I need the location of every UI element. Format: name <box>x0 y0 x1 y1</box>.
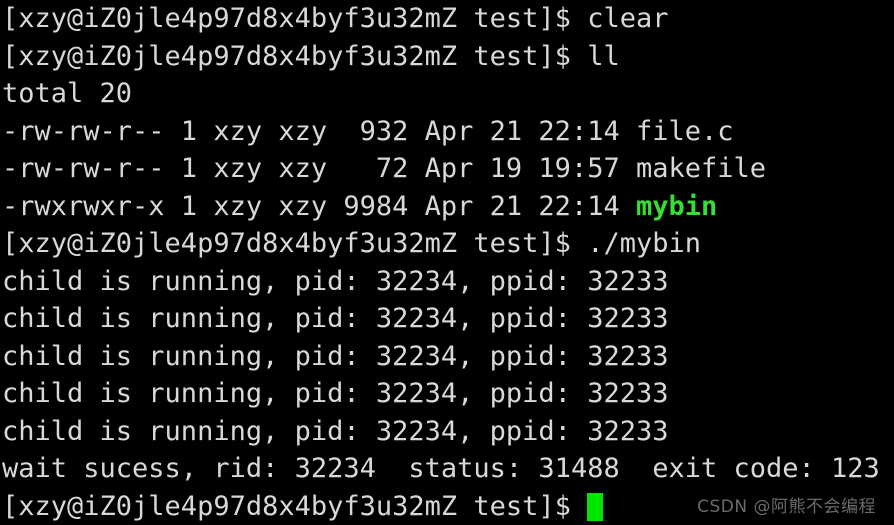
terminal-line: wait sucess, rid: 32234 status: 31488 ex… <box>0 450 894 488</box>
terminal-line: [xzy@iZ0jle4p97d8x4byf3u32mZ test]$ ./my… <box>0 225 894 263</box>
terminal-line: [xzy@iZ0jle4p97d8x4byf3u32mZ test]$ clea… <box>0 0 894 38</box>
output-text: wait sucess, rid: 32234 status: 31488 ex… <box>2 453 880 484</box>
output-text: child is running, pid: 32234, ppid: 3223… <box>2 340 669 372</box>
text-cursor[interactable] <box>587 492 604 521</box>
file-metadata: -rw-rw-r-- 1 xzy xzy 72 Apr 19 19:57 <box>2 153 636 184</box>
shell-prompt: [xzy@iZ0jle4p97d8x4byf3u32mZ test]$ <box>2 40 588 72</box>
terminal-line: child is running, pid: 32234, ppid: 3223… <box>0 413 894 451</box>
shell-prompt: [xzy@iZ0jle4p97d8x4byf3u32mZ test]$ <box>2 3 588 34</box>
shell-prompt: [xzy@iZ0jle4p97d8x4byf3u32mZ test]$ <box>2 228 588 259</box>
output-text: total 20 <box>2 78 133 109</box>
file-name: mybin <box>635 190 718 222</box>
shell-command: ./mybin <box>587 228 701 259</box>
shell-command: clear <box>587 3 669 34</box>
file-name: file.c <box>635 115 734 147</box>
output-text: child is running, pid: 32234, ppid: 3223… <box>2 378 669 409</box>
file-metadata: -rw-rw-r-- 1 xzy xzy 932 Apr 21 22:14 <box>2 115 636 147</box>
terminal-line: child is running, pid: 32234, ppid: 3223… <box>0 375 894 413</box>
output-text: child is running, pid: 32234, ppid: 3223… <box>2 303 669 334</box>
terminal-line: total 20 <box>0 75 894 113</box>
terminal-output-area: [xzy@iZ0jle4p97d8x4byf3u32mZ test]$ clea… <box>0 0 894 525</box>
terminal-line: -rw-rw-r-- 1 xzy xzy 72 Apr 19 19:57 mak… <box>0 150 894 188</box>
file-name: makefile <box>635 153 767 184</box>
file-metadata: -rwxrwxr-x 1 xzy xzy 9984 Apr 21 22:14 <box>2 190 636 222</box>
shell-prompt: [xzy@iZ0jle4p97d8x4byf3u32mZ test]$ <box>2 490 588 522</box>
terminal-window[interactable]: [xzy@iZ0jle4p97d8x4byf3u32mZ test]$ clea… <box>0 0 894 525</box>
terminal-line: child is running, pid: 32234, ppid: 3223… <box>0 263 894 301</box>
shell-command: ll <box>587 40 620 72</box>
terminal-line: -rw-rw-r-- 1 xzy xzy 932 Apr 21 22:14 fi… <box>0 113 894 151</box>
terminal-line: -rwxrwxr-x 1 xzy xzy 9984 Apr 21 22:14 m… <box>0 188 894 226</box>
terminal-line: [xzy@iZ0jle4p97d8x4byf3u32mZ test]$ ll <box>0 38 894 76</box>
output-text: child is running, pid: 32234, ppid: 3223… <box>2 265 669 297</box>
csdn-watermark: CSDN @阿熊不会编程 <box>697 497 876 517</box>
terminal-line: child is running, pid: 32234, ppid: 3223… <box>0 338 894 376</box>
terminal-line: child is running, pid: 32234, ppid: 3223… <box>0 300 894 338</box>
output-text: child is running, pid: 32234, ppid: 3223… <box>2 415 669 447</box>
